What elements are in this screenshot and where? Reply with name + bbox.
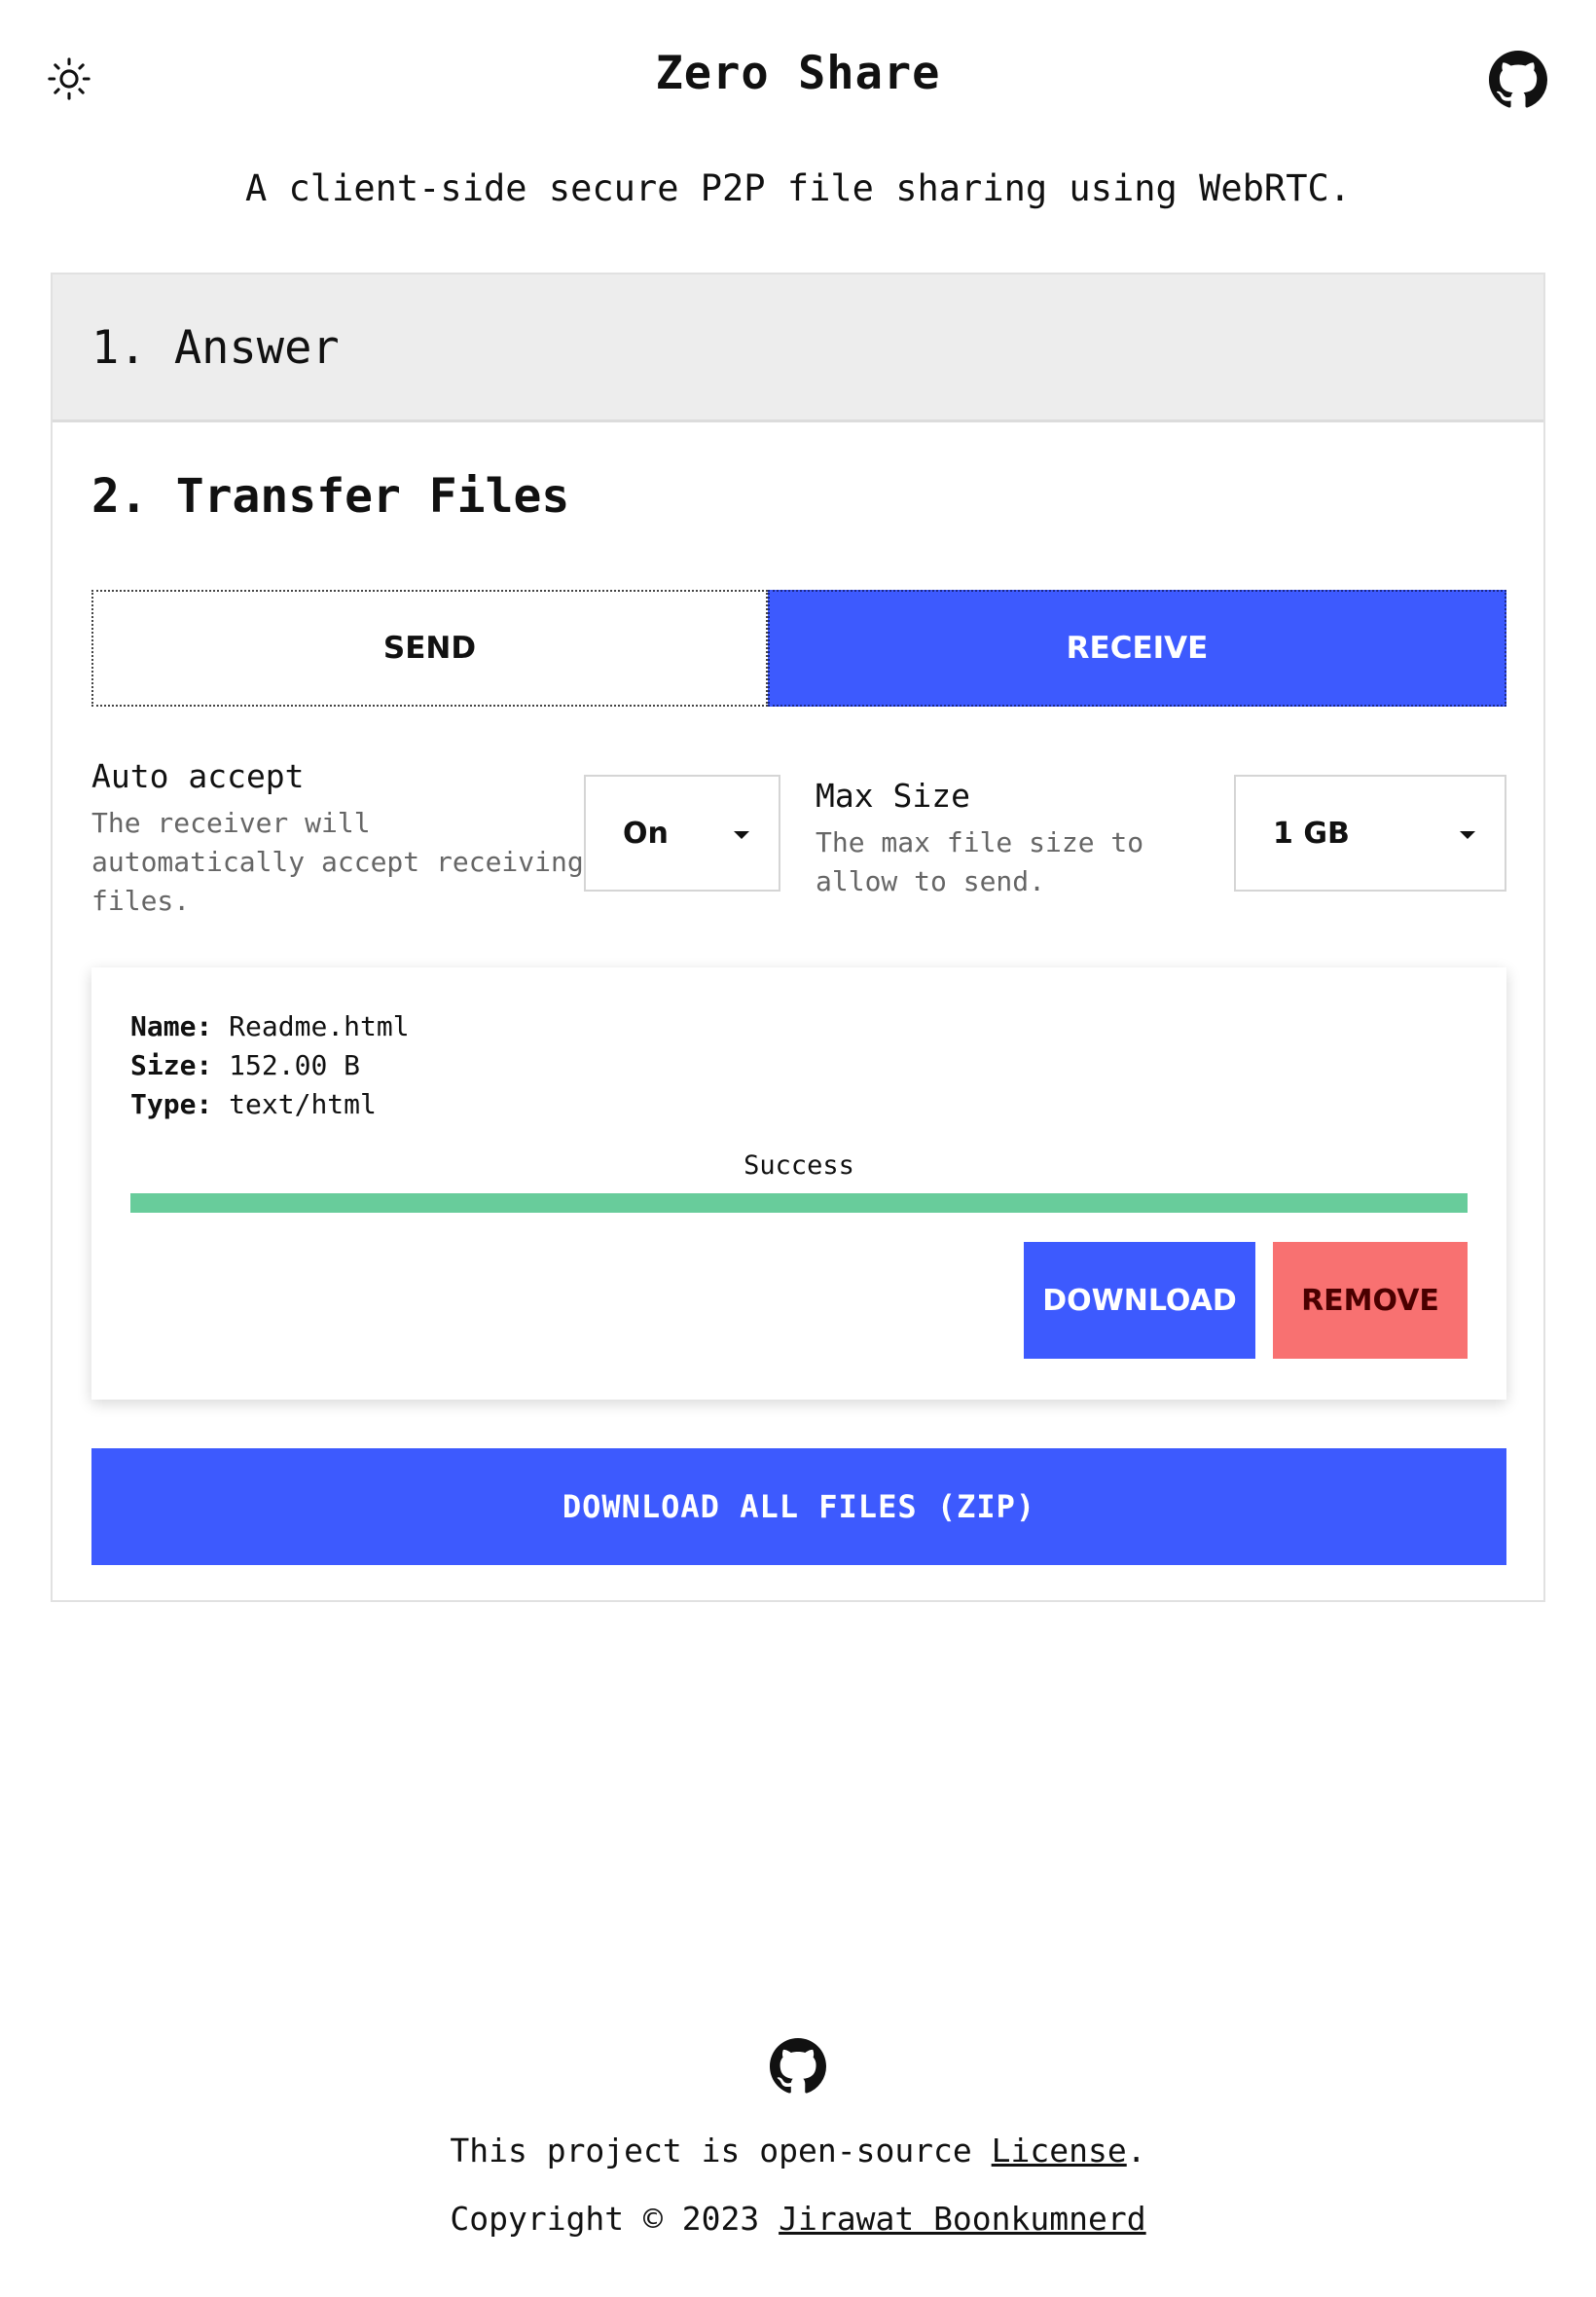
file-type-label: Type:	[130, 1088, 213, 1120]
auto-accept-select[interactable]: On	[584, 775, 780, 892]
max-size-value: 1 GB	[1273, 816, 1350, 851]
remove-button[interactable]: REMOVE	[1273, 1242, 1468, 1359]
subtitle: A client-side secure P2P file sharing us…	[244, 167, 1352, 209]
progress-fill	[130, 1193, 1468, 1213]
tab-receive[interactable]: RECEIVE	[768, 590, 1506, 707]
page-title: Zero Share	[655, 47, 941, 100]
auto-accept-description: The receiver will automatically accept r…	[91, 804, 584, 921]
github-icon	[1489, 51, 1547, 108]
github-icon	[770, 2038, 826, 2094]
footer-copyright-line: Copyright © 2023 Jirawat Boonkumnerd	[0, 2200, 1596, 2238]
auto-accept-desc-line: files.	[91, 885, 191, 917]
footer-license-line: This project is open-source License.	[0, 2132, 1596, 2169]
chevron-down-icon	[734, 831, 749, 839]
transfer-tabs: SEND RECEIVE	[91, 590, 1506, 707]
file-item-card: Name: Readme.html Size: 152.00 B Type: t…	[91, 967, 1506, 1400]
file-size-value: 152.00 B	[229, 1049, 361, 1081]
license-link[interactable]: License	[992, 2132, 1127, 2169]
tab-send[interactable]: SEND	[91, 590, 768, 707]
max-size-desc-line: allow to send.	[816, 865, 1046, 897]
max-size-label: Max Size	[816, 777, 970, 815]
file-size-row: Size: 152.00 B	[130, 1049, 360, 1081]
chevron-down-icon	[1460, 831, 1475, 839]
transfer-progress-bar	[130, 1193, 1468, 1213]
file-type-value: text/html	[229, 1088, 377, 1120]
author-link[interactable]: Jirawat Boonkumnerd	[779, 2200, 1146, 2238]
file-name-label: Name:	[130, 1010, 213, 1042]
footer-github-link[interactable]	[770, 2038, 826, 2095]
auto-accept-value: On	[623, 816, 669, 851]
github-link[interactable]	[1489, 51, 1547, 109]
footer-license-text: This project is open-source	[450, 2132, 972, 2169]
file-type-row: Type: text/html	[130, 1088, 377, 1120]
transfer-status: Success	[744, 1150, 854, 1181]
auto-accept-label: Auto accept	[91, 757, 305, 795]
file-name-value: Readme.html	[229, 1010, 410, 1042]
max-size-description: The max file size to allow to send.	[816, 823, 1143, 901]
step-answer-header[interactable]: 1. Answer	[53, 274, 1543, 422]
step-transfer-title: 2. Transfer Files	[91, 469, 570, 524]
footer-period: .	[1126, 2132, 1146, 2169]
header: Zero Share	[0, 0, 1596, 156]
main-card: 1. Answer 2. Transfer Files SEND RECEIVE…	[51, 273, 1545, 1602]
auto-accept-desc-line: automatically accept receiving	[91, 846, 584, 878]
footer-copyright-text: Copyright © 2023	[450, 2200, 760, 2238]
auto-accept-desc-line: The receiver will	[91, 807, 371, 839]
download-all-zip-button[interactable]: DOWNLOAD ALL FILES (ZIP)	[91, 1448, 1506, 1565]
step-answer-label: 1. Answer	[91, 321, 340, 375]
download-button[interactable]: DOWNLOAD	[1024, 1242, 1255, 1359]
max-size-desc-line: The max file size to	[816, 826, 1144, 858]
max-size-select[interactable]: 1 GB	[1234, 775, 1506, 892]
file-name-row: Name: Readme.html	[130, 1010, 410, 1042]
file-size-label: Size:	[130, 1049, 213, 1081]
